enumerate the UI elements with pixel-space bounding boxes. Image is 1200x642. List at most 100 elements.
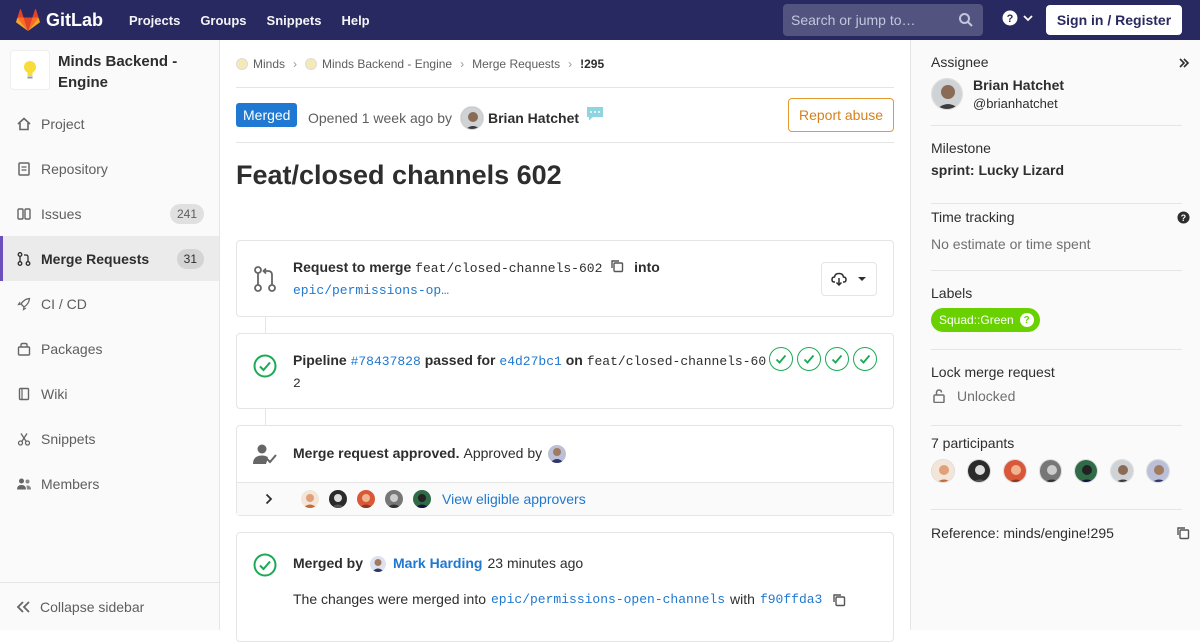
participant-avatar[interactable] bbox=[931, 459, 955, 483]
participant-avatar[interactable] bbox=[1074, 459, 1099, 483]
target-branch-link[interactable]: epic/permissions-op… bbox=[293, 283, 449, 298]
into-label: into bbox=[634, 259, 660, 275]
stage-success-icon[interactable] bbox=[825, 347, 849, 371]
participant-avatar[interactable] bbox=[1038, 459, 1063, 483]
sidebar-item-repository[interactable]: Repository bbox=[0, 146, 219, 191]
merge-commit-link[interactable]: f90ffda3 bbox=[760, 589, 822, 610]
sidebar-item-cicd[interactable]: CI / CD bbox=[0, 281, 219, 326]
commit-link[interactable]: e4d27bc1 bbox=[499, 354, 561, 369]
collapse-sidebar-button[interactable]: Collapse sidebar bbox=[0, 582, 219, 630]
copy-icon[interactable] bbox=[610, 259, 624, 273]
sidebar-item-label: Members bbox=[41, 475, 100, 492]
download-dropdown-button[interactable] bbox=[821, 262, 877, 296]
assignee-avatar[interactable] bbox=[931, 78, 963, 110]
copy-icon[interactable] bbox=[1176, 526, 1190, 540]
approver-avatar[interactable] bbox=[548, 444, 567, 463]
merge-request-icon bbox=[16, 251, 32, 267]
timeline-connector bbox=[265, 317, 266, 333]
question-icon: ? bbox=[1019, 313, 1034, 327]
participant-avatar[interactable] bbox=[1110, 459, 1135, 483]
participant-avatar[interactable] bbox=[1002, 459, 1027, 483]
report-abuse-button[interactable]: Report abuse bbox=[788, 98, 894, 132]
sidebar-item-packages[interactable]: Packages bbox=[0, 326, 219, 371]
avatar[interactable] bbox=[413, 490, 431, 508]
sidebar-item-label: Snippets bbox=[41, 430, 96, 447]
merge-request-widget: Request to merge feat/closed-channels-60… bbox=[236, 240, 894, 317]
search-placeholder: Search or jump to… bbox=[791, 12, 916, 28]
question-circle-icon[interactable]: ? bbox=[1177, 211, 1190, 224]
nav-help[interactable]: Help bbox=[341, 13, 369, 28]
brand[interactable]: GitLab bbox=[16, 0, 103, 40]
sidebar-item-merge-requests[interactable]: Merge Requests 31 bbox=[0, 236, 219, 281]
copy-icon[interactable] bbox=[832, 593, 846, 607]
breadcrumb-separator: › bbox=[293, 57, 298, 71]
approved-by-label: Approved by bbox=[463, 445, 543, 461]
pipeline-id-link[interactable]: #78437828 bbox=[351, 354, 421, 369]
stage-success-icon[interactable] bbox=[853, 347, 877, 371]
lock-status: Unlocked bbox=[931, 388, 1182, 404]
users-icon bbox=[16, 476, 32, 492]
chevron-right-icon[interactable] bbox=[264, 493, 274, 505]
approvals-text: Merge request approved. Approved by bbox=[293, 443, 567, 464]
participant-avatar[interactable] bbox=[1146, 459, 1171, 483]
label-badge[interactable]: Squad::Green ? bbox=[931, 308, 1040, 332]
milestone-value[interactable]: sprint: Lucky Lizard bbox=[931, 162, 1182, 178]
nav-groups[interactable]: Groups bbox=[200, 13, 246, 28]
author-name[interactable]: Brian Hatchet bbox=[488, 110, 579, 126]
signin-button[interactable]: Sign in / Register bbox=[1046, 5, 1182, 35]
merger-avatar[interactable] bbox=[370, 555, 387, 572]
assignee-label: Assignee bbox=[931, 54, 989, 70]
avatar[interactable] bbox=[385, 490, 403, 508]
pipeline-stages bbox=[765, 347, 877, 371]
time-tracking-label: Time tracking bbox=[931, 209, 1015, 225]
sidebar-item-wiki[interactable]: Wiki bbox=[0, 371, 219, 416]
timeline-connector bbox=[265, 409, 266, 425]
sidebar-item-label: Packages bbox=[41, 340, 103, 357]
labels-list: Squad::Green ? bbox=[931, 308, 1182, 332]
search-input[interactable]: Search or jump to… bbox=[783, 4, 983, 36]
sidebar-item-snippets[interactable]: Snippets bbox=[0, 416, 219, 461]
help-dropdown[interactable]: ? bbox=[1002, 10, 1034, 26]
sidebar-item-members[interactable]: Members bbox=[0, 461, 219, 506]
breadcrumb-merge-requests[interactable]: Merge Requests bbox=[472, 57, 560, 71]
sidebar-item-issues[interactable]: Issues 241 bbox=[0, 191, 219, 236]
stage-success-icon[interactable] bbox=[797, 347, 821, 371]
nav-projects[interactable]: Projects bbox=[129, 13, 180, 28]
passed-for-label: passed for bbox=[424, 352, 496, 368]
git-merge-icon bbox=[254, 266, 276, 292]
project-header[interactable]: Minds Backend - Engine bbox=[0, 40, 219, 106]
request-to-merge-label: Request to merge bbox=[293, 259, 412, 275]
author-avatar[interactable] bbox=[460, 106, 484, 130]
merge-requests-count-badge: 31 bbox=[176, 248, 204, 269]
view-eligible-approvers-link[interactable]: View eligible approvers bbox=[442, 491, 586, 507]
breadcrumb-minds[interactable]: Minds bbox=[253, 57, 285, 71]
nav-snippets[interactable]: Snippets bbox=[267, 13, 322, 28]
avatar[interactable] bbox=[329, 490, 347, 508]
breadcrumb-project[interactable]: Minds Backend - Engine bbox=[322, 57, 452, 71]
participant-avatar[interactable] bbox=[966, 459, 991, 483]
nav-links: Projects Groups Snippets Help bbox=[129, 13, 390, 28]
svg-text:?: ? bbox=[1181, 213, 1186, 223]
sidebar-item-project[interactable]: Project bbox=[0, 101, 219, 146]
lock-section: Lock merge request Unlocked bbox=[931, 364, 1182, 426]
search-icon bbox=[959, 13, 973, 27]
mr-opened-info: Opened 1 week ago by Brian Hatchet bbox=[308, 106, 605, 130]
double-chevron-right-icon[interactable] bbox=[1178, 57, 1190, 69]
lock-value: Unlocked bbox=[957, 388, 1016, 404]
target-branch-full-link[interactable]: epic/permissions-open-channels bbox=[491, 589, 725, 610]
breadcrumb-mr-id[interactable]: !295 bbox=[580, 57, 604, 71]
svg-text:?: ? bbox=[1007, 13, 1014, 25]
sidebar-item-label: Merge Requests bbox=[41, 250, 150, 267]
avatar[interactable] bbox=[301, 490, 319, 508]
package-icon bbox=[16, 341, 32, 357]
lock-open-icon bbox=[933, 389, 945, 403]
merger-name-link[interactable]: Mark Harding bbox=[393, 553, 482, 574]
avatar[interactable] bbox=[357, 490, 375, 508]
stage-success-icon[interactable] bbox=[769, 347, 793, 371]
reference-section: Reference: minds/engine!295 bbox=[931, 525, 1190, 541]
approvals-widget: Merge request approved. Approved by View… bbox=[236, 425, 894, 516]
participants-label: 7 participants bbox=[931, 435, 1015, 451]
assignee-name[interactable]: Brian Hatchet bbox=[973, 77, 1064, 93]
eligible-approvers-row[interactable]: View eligible approvers bbox=[237, 482, 893, 515]
breadcrumb-separator: › bbox=[568, 57, 573, 71]
